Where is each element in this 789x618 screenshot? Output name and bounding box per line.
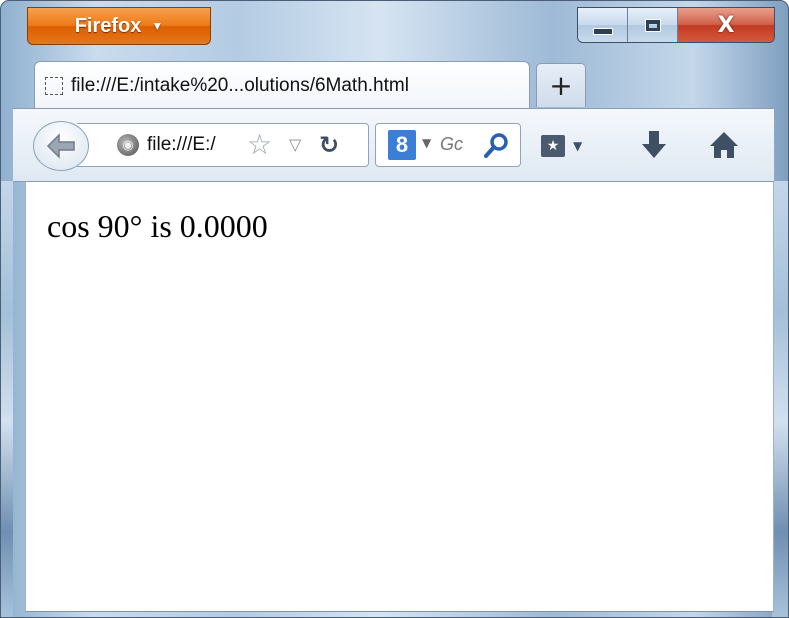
reload-icon[interactable]: ↻: [319, 130, 339, 160]
bookmarks-icon: ★: [541, 135, 565, 157]
window-frame-right: [772, 181, 788, 617]
new-tab-button[interactable]: +: [536, 63, 586, 107]
minimize-button[interactable]: [578, 8, 628, 42]
close-button[interactable]: X: [678, 8, 774, 42]
back-arrow-icon: [46, 133, 75, 159]
url-bar[interactable]: ◉ file:///E:/ ☆ ▽ ↻: [77, 123, 369, 167]
firefox-menu-button[interactable]: Firefox ▼: [27, 7, 211, 45]
page-content: cos 90° is 0.0000: [25, 182, 774, 612]
plus-icon: +: [549, 69, 573, 102]
page-favicon-icon: [45, 76, 63, 95]
bookmarks-button[interactable]: ★ ▼: [541, 131, 597, 161]
tab-active[interactable]: file:///E:/intake%20...olutions/6Math.ht…: [34, 61, 530, 109]
dropdown-icon[interactable]: ▽: [289, 133, 301, 157]
google-icon[interactable]: 8: [388, 130, 416, 160]
download-icon[interactable]: [639, 127, 669, 163]
page-text: cos 90° is 0.0000: [47, 208, 268, 244]
globe-icon: ◉: [117, 134, 139, 156]
maximize-icon: [644, 18, 661, 32]
window-caption-buttons: X: [577, 7, 775, 43]
url-text[interactable]: file:///E:/: [147, 134, 216, 156]
tab-title: file:///E:/intake%20...olutions/6Math.ht…: [71, 74, 409, 96]
maximize-button[interactable]: [628, 8, 678, 42]
search-input[interactable]: Gc: [440, 134, 463, 155]
navigation-toolbar: ◉ file:///E:/ ☆ ▽ ↻ 8 ▼ Gc ★ ▼: [13, 108, 774, 182]
chevron-down-icon: ▼: [573, 139, 583, 153]
window-frame-left: [1, 181, 13, 617]
home-icon[interactable]: [707, 127, 741, 163]
search-bar[interactable]: 8 ▼ Gc: [375, 123, 521, 167]
star-icon[interactable]: ☆: [247, 128, 272, 162]
browser-window: Firefox ▼ X file:///E:/intake%20...oluti…: [0, 0, 789, 618]
search-icon[interactable]: [482, 130, 512, 160]
firefox-menu-label: Firefox: [74, 14, 142, 37]
search-engine-dropdown-icon[interactable]: ▼: [422, 136, 431, 150]
close-icon: X: [717, 12, 735, 38]
chevron-down-icon: ▼: [151, 19, 164, 33]
minimize-icon: [592, 27, 613, 35]
back-button[interactable]: [33, 121, 89, 171]
